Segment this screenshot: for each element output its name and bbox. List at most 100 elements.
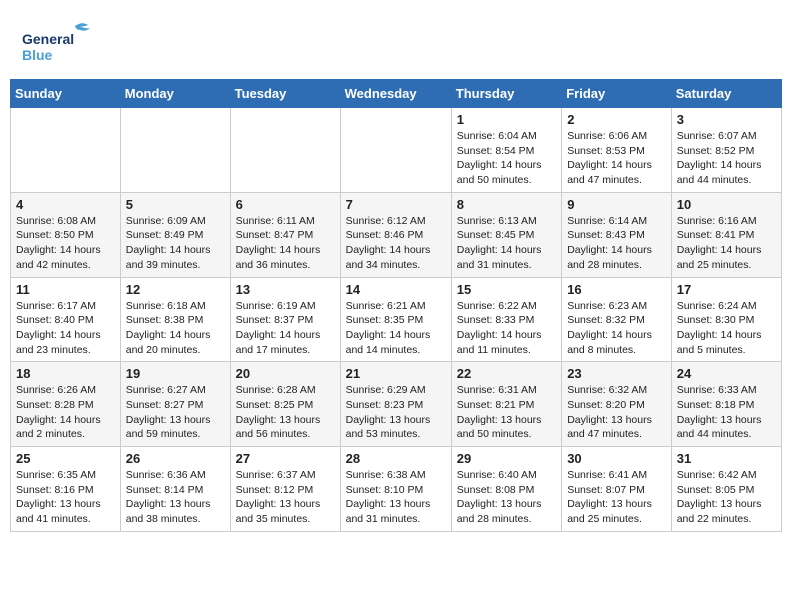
day-number: 30: [567, 451, 666, 466]
calendar-header-row: SundayMondayTuesdayWednesdayThursdayFrid…: [11, 80, 782, 108]
day-info: Sunrise: 6:17 AM Sunset: 8:40 PM Dayligh…: [16, 299, 115, 358]
calendar-day-cell: 1 Sunrise: 6:04 AM Sunset: 8:54 PM Daylig…: [451, 108, 561, 193]
calendar-day-cell: 2Sunrise: 6:06 AM Sunset: 8:53 PM Daylig…: [562, 108, 672, 193]
day-number: 22: [457, 366, 556, 381]
day-number: 14: [346, 282, 446, 297]
calendar-day-cell: 15Sunrise: 6:22 AM Sunset: 8:33 PM Dayli…: [451, 277, 561, 362]
day-number: 25: [16, 451, 115, 466]
day-info: Sunrise: 6:11 AM Sunset: 8:47 PM Dayligh…: [236, 214, 335, 273]
calendar-day-cell: 26Sunrise: 6:36 AM Sunset: 8:14 PM Dayli…: [120, 447, 230, 532]
calendar-day-cell: [11, 108, 121, 193]
calendar-day-cell: 4 Sunrise: 6:08 AM Sunset: 8:50 PM Daylig…: [11, 192, 121, 277]
calendar-day-cell: [120, 108, 230, 193]
day-info: Sunrise: 6:07 AM Sunset: 8:52 PM Dayligh…: [677, 129, 776, 188]
day-number: 17: [677, 282, 776, 297]
day-info: Sunrise: 6:29 AM Sunset: 8:23 PM Dayligh…: [346, 383, 446, 442]
calendar-day-cell: 31Sunrise: 6:42 AM Sunset: 8:05 PM Dayli…: [671, 447, 781, 532]
col-header-sunday: Sunday: [11, 80, 121, 108]
calendar-day-cell: 13 Sunrise: 6:19 AM Sunset: 8:37 PM Dayli…: [230, 277, 340, 362]
day-number: 19: [126, 366, 225, 381]
calendar-day-cell: 23 Sunrise: 6:32 AM Sunset: 8:20 PM Dayli…: [562, 362, 672, 447]
calendar-day-cell: 16 Sunrise: 6:23 AM Sunset: 8:32 PM Dayli…: [562, 277, 672, 362]
day-number: 2: [567, 112, 666, 127]
day-number: 6: [236, 197, 335, 212]
day-info: Sunrise: 6:37 AM Sunset: 8:12 PM Dayligh…: [236, 468, 335, 527]
page-header: General Blue: [10, 10, 782, 71]
calendar-day-cell: 18Sunrise: 6:26 AM Sunset: 8:28 PM Dayli…: [11, 362, 121, 447]
day-number: 23: [567, 366, 666, 381]
day-number: 27: [236, 451, 335, 466]
calendar-week-row: 1 Sunrise: 6:04 AM Sunset: 8:54 PM Daylig…: [11, 108, 782, 193]
calendar-day-cell: 21 Sunrise: 6:29 AM Sunset: 8:23 PM Dayli…: [340, 362, 451, 447]
day-number: 9: [567, 197, 666, 212]
calendar-day-cell: 24Sunrise: 6:33 AM Sunset: 8:18 PM Dayli…: [671, 362, 781, 447]
svg-text:Blue: Blue: [22, 47, 53, 63]
calendar-week-row: 4 Sunrise: 6:08 AM Sunset: 8:50 PM Daylig…: [11, 192, 782, 277]
day-number: 4: [16, 197, 115, 212]
calendar-day-cell: 17 Sunrise: 6:24 AM Sunset: 8:30 PM Dayli…: [671, 277, 781, 362]
day-info: Sunrise: 6:33 AM Sunset: 8:18 PM Dayligh…: [677, 383, 776, 442]
calendar-day-cell: [340, 108, 451, 193]
day-info: Sunrise: 6:22 AM Sunset: 8:33 PM Dayligh…: [457, 299, 556, 358]
calendar-week-row: 18Sunrise: 6:26 AM Sunset: 8:28 PM Dayli…: [11, 362, 782, 447]
day-info: Sunrise: 6:13 AM Sunset: 8:45 PM Dayligh…: [457, 214, 556, 273]
calendar-day-cell: 30Sunrise: 6:41 AM Sunset: 8:07 PM Dayli…: [562, 447, 672, 532]
day-number: 5: [126, 197, 225, 212]
day-info: Sunrise: 6:28 AM Sunset: 8:25 PM Dayligh…: [236, 383, 335, 442]
day-info: Sunrise: 6:12 AM Sunset: 8:46 PM Dayligh…: [346, 214, 446, 273]
col-header-thursday: Thursday: [451, 80, 561, 108]
day-info: Sunrise: 6:38 AM Sunset: 8:10 PM Dayligh…: [346, 468, 446, 527]
day-number: 28: [346, 451, 446, 466]
day-info: Sunrise: 6:42 AM Sunset: 8:05 PM Dayligh…: [677, 468, 776, 527]
logo: General Blue: [20, 18, 120, 63]
day-info: Sunrise: 6:40 AM Sunset: 8:08 PM Dayligh…: [457, 468, 556, 527]
day-number: 7: [346, 197, 446, 212]
calendar-day-cell: 22 Sunrise: 6:31 AM Sunset: 8:21 PM Dayli…: [451, 362, 561, 447]
day-number: 3: [677, 112, 776, 127]
col-header-saturday: Saturday: [671, 80, 781, 108]
logo-svg: General Blue: [20, 18, 120, 63]
day-number: 12: [126, 282, 225, 297]
day-number: 16: [567, 282, 666, 297]
day-info: Sunrise: 6:04 AM Sunset: 8:54 PM Dayligh…: [457, 129, 556, 188]
col-header-friday: Friday: [562, 80, 672, 108]
day-info: Sunrise: 6:32 AM Sunset: 8:20 PM Dayligh…: [567, 383, 666, 442]
calendar-day-cell: 19 Sunrise: 6:27 AM Sunset: 8:27 PM Dayli…: [120, 362, 230, 447]
day-info: Sunrise: 6:16 AM Sunset: 8:41 PM Dayligh…: [677, 214, 776, 273]
day-info: Sunrise: 6:08 AM Sunset: 8:50 PM Dayligh…: [16, 214, 115, 273]
day-info: Sunrise: 6:19 AM Sunset: 8:37 PM Dayligh…: [236, 299, 335, 358]
day-info: Sunrise: 6:27 AM Sunset: 8:27 PM Dayligh…: [126, 383, 225, 442]
svg-text:General: General: [22, 31, 74, 47]
calendar-day-cell: 25 Sunrise: 6:35 AM Sunset: 8:16 PM Dayli…: [11, 447, 121, 532]
calendar-day-cell: 3 Sunrise: 6:07 AM Sunset: 8:52 PM Daylig…: [671, 108, 781, 193]
day-info: Sunrise: 6:24 AM Sunset: 8:30 PM Dayligh…: [677, 299, 776, 358]
calendar-day-cell: 12Sunrise: 6:18 AM Sunset: 8:38 PM Dayli…: [120, 277, 230, 362]
day-number: 21: [346, 366, 446, 381]
calendar-day-cell: 27 Sunrise: 6:37 AM Sunset: 8:12 PM Dayli…: [230, 447, 340, 532]
day-info: Sunrise: 6:21 AM Sunset: 8:35 PM Dayligh…: [346, 299, 446, 358]
calendar-day-cell: 5 Sunrise: 6:09 AM Sunset: 8:49 PM Daylig…: [120, 192, 230, 277]
day-info: Sunrise: 6:31 AM Sunset: 8:21 PM Dayligh…: [457, 383, 556, 442]
day-number: 29: [457, 451, 556, 466]
col-header-monday: Monday: [120, 80, 230, 108]
day-info: Sunrise: 6:14 AM Sunset: 8:43 PM Dayligh…: [567, 214, 666, 273]
day-number: 26: [126, 451, 225, 466]
day-number: 13: [236, 282, 335, 297]
calendar-day-cell: 6 Sunrise: 6:11 AM Sunset: 8:47 PM Daylig…: [230, 192, 340, 277]
calendar-day-cell: 7 Sunrise: 6:12 AM Sunset: 8:46 PM Daylig…: [340, 192, 451, 277]
calendar-day-cell: [230, 108, 340, 193]
col-header-wednesday: Wednesday: [340, 80, 451, 108]
calendar-day-cell: 8Sunrise: 6:13 AM Sunset: 8:45 PM Daylig…: [451, 192, 561, 277]
day-number: 1: [457, 112, 556, 127]
calendar-week-row: 25 Sunrise: 6:35 AM Sunset: 8:16 PM Dayli…: [11, 447, 782, 532]
calendar-day-cell: 20 Sunrise: 6:28 AM Sunset: 8:25 PM Dayli…: [230, 362, 340, 447]
day-number: 20: [236, 366, 335, 381]
day-info: Sunrise: 6:35 AM Sunset: 8:16 PM Dayligh…: [16, 468, 115, 527]
col-header-tuesday: Tuesday: [230, 80, 340, 108]
calendar-day-cell: 14 Sunrise: 6:21 AM Sunset: 8:35 PM Dayli…: [340, 277, 451, 362]
calendar-table: SundayMondayTuesdayWednesdayThursdayFrid…: [10, 79, 782, 532]
day-info: Sunrise: 6:23 AM Sunset: 8:32 PM Dayligh…: [567, 299, 666, 358]
calendar-day-cell: 10Sunrise: 6:16 AM Sunset: 8:41 PM Dayli…: [671, 192, 781, 277]
day-info: Sunrise: 6:09 AM Sunset: 8:49 PM Dayligh…: [126, 214, 225, 273]
calendar-day-cell: 28 Sunrise: 6:38 AM Sunset: 8:10 PM Dayli…: [340, 447, 451, 532]
